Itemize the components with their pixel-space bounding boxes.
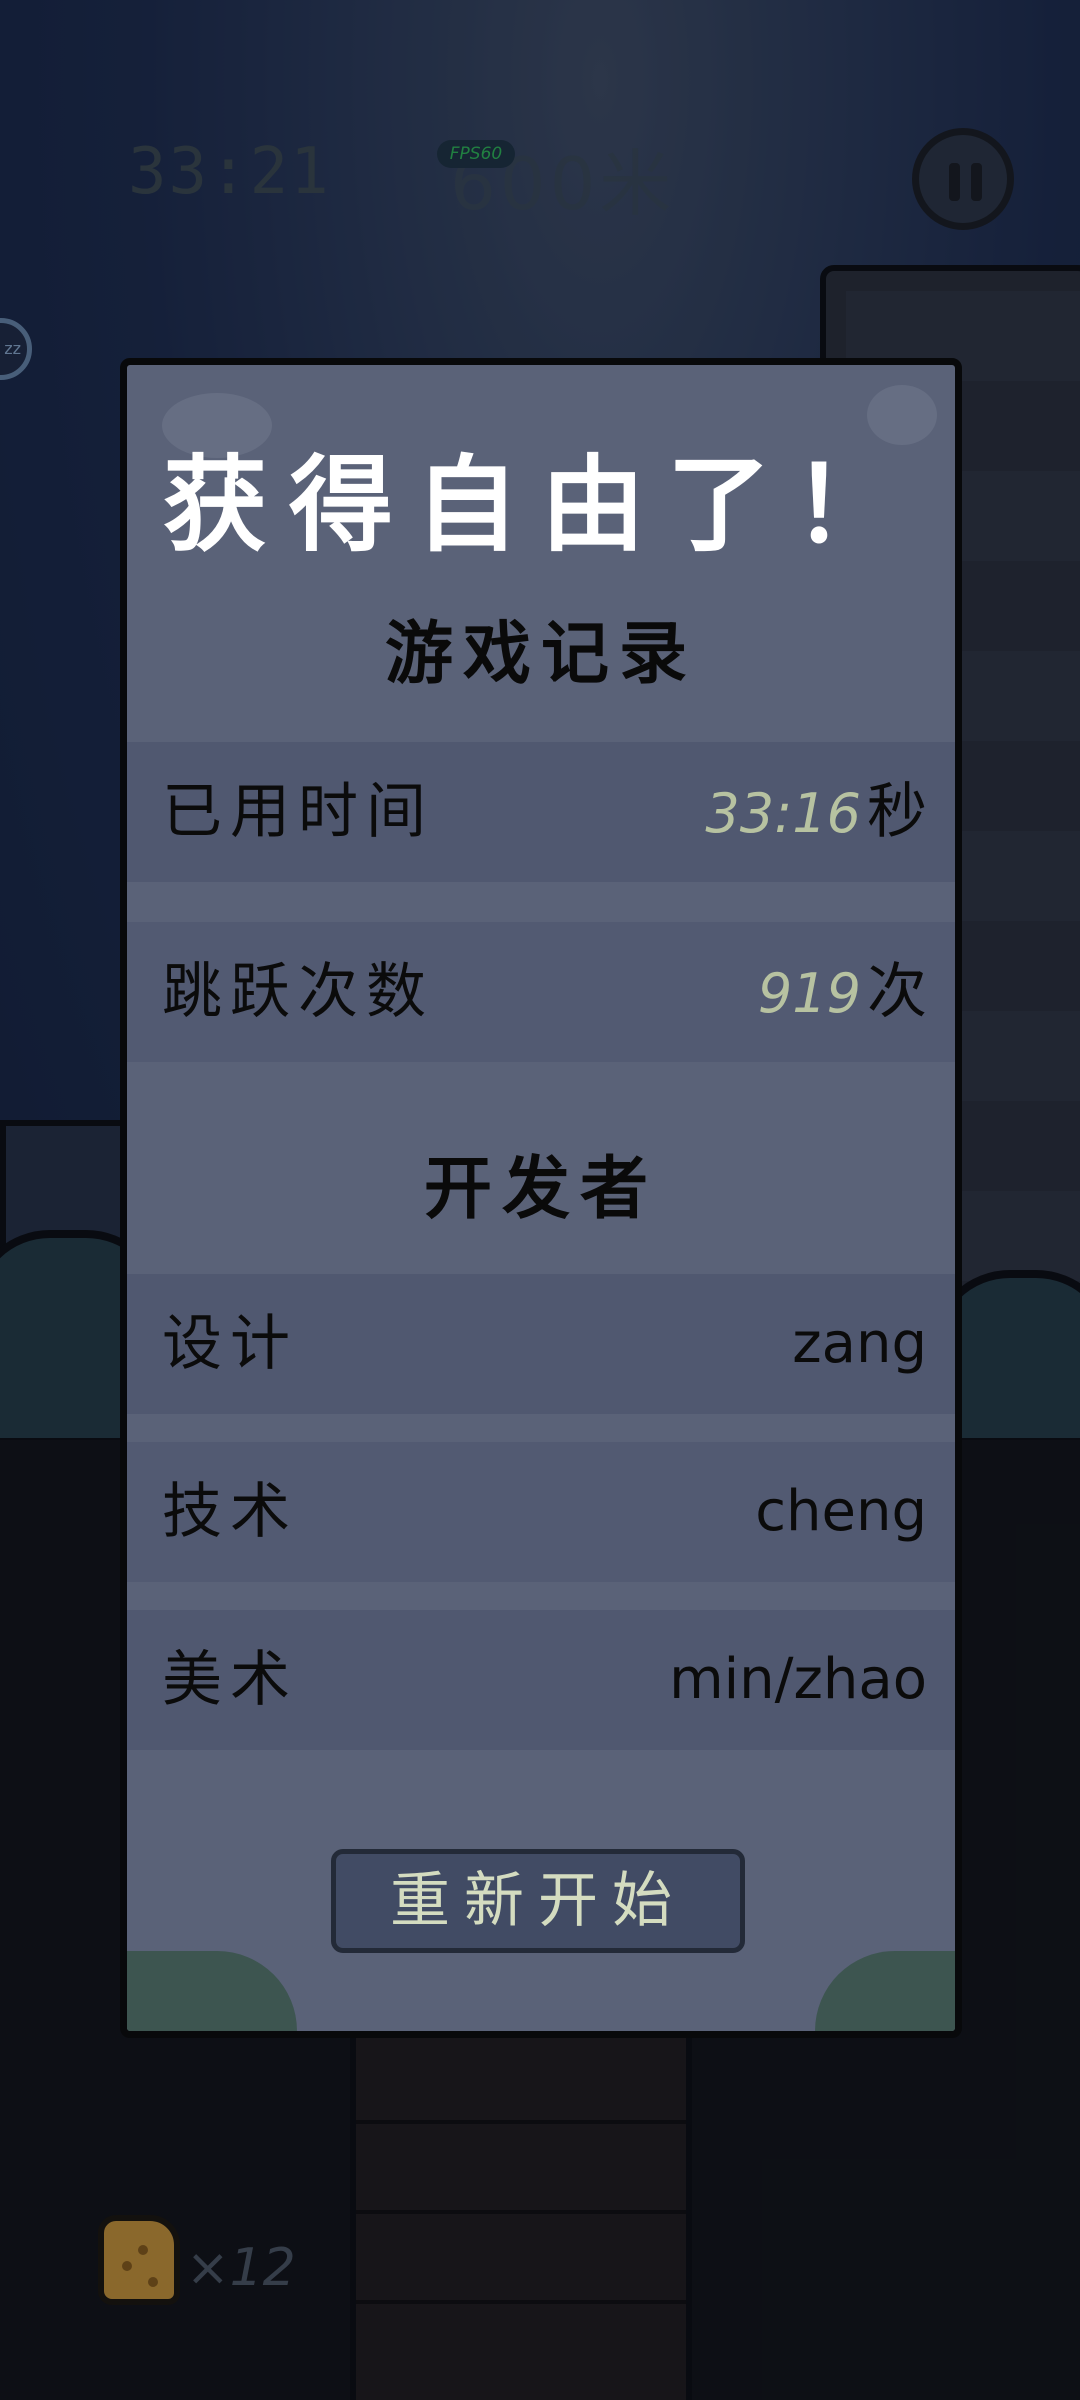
credit-role: 美术: [162, 1645, 298, 1715]
grass-decoration: [127, 1951, 297, 2031]
credit-row: 设计 zang: [127, 1274, 955, 1414]
dialog-title: 获得自由了！: [162, 444, 919, 566]
elapsed-time-row: 已用时间 33:16 秒: [127, 742, 955, 882]
elapsed-time-value: 33:16: [705, 782, 861, 845]
grass-decoration: [815, 1951, 955, 2031]
jump-count-label: 跳跃次数: [162, 957, 434, 1027]
record-heading: 游戏记录: [384, 615, 697, 694]
jump-count-row: 跳跃次数 919 次: [127, 922, 955, 1062]
credit-name: cheng: [755, 1479, 927, 1544]
credit-name: zang: [792, 1311, 927, 1376]
jump-count-value: 919: [757, 962, 861, 1025]
credit-name: min/zhao: [669, 1647, 927, 1712]
result-dialog: 获得自由了！ 游戏记录 已用时间 33:16 秒 跳跃次数 919 次 开发者 设计…: [120, 358, 962, 2038]
elapsed-time-label: 已用时间: [162, 777, 434, 847]
credit-role: 设计: [162, 1309, 298, 1379]
credit-role: 技术: [162, 1477, 298, 1547]
developers-heading: 开发者: [423, 1150, 658, 1229]
jump-count-unit: 次: [867, 957, 927, 1027]
credit-row: 美术 min/zhao: [127, 1610, 955, 1750]
restart-button[interactable]: 重新开始: [331, 1849, 745, 1953]
credit-row: 技术 cheng: [127, 1442, 955, 1582]
elapsed-time-unit: 秒: [867, 777, 927, 847]
